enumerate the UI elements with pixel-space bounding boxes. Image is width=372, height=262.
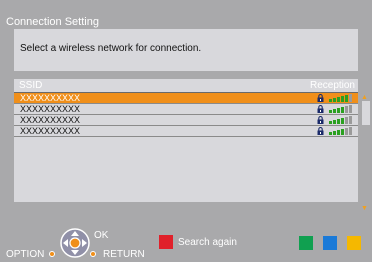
return-button-icon[interactable] <box>90 251 96 257</box>
signal-bar <box>349 94 352 102</box>
signal-bar <box>337 97 340 102</box>
blue-button[interactable] <box>323 236 337 250</box>
network-row[interactable]: XXXXXXXXXX <box>14 115 358 126</box>
green-button[interactable] <box>299 236 313 250</box>
signal-strength-icon <box>329 127 353 135</box>
network-row[interactable]: XXXXXXXXXX <box>14 104 358 115</box>
signal-bar <box>333 120 336 124</box>
network-ssid: XXXXXXXXXX <box>20 126 81 136</box>
signal-bar <box>345 95 348 102</box>
signal-bar <box>337 130 340 135</box>
signal-bar <box>341 107 344 113</box>
reception-column-header: Reception <box>309 80 355 91</box>
page-title: Connection Setting <box>6 16 99 28</box>
signal-bar <box>337 108 340 113</box>
signal-bar <box>333 109 336 113</box>
network-ssid: XXXXXXXXXX <box>20 104 81 114</box>
signal-bar <box>349 116 352 124</box>
yellow-button[interactable] <box>347 236 361 250</box>
dpad-icon[interactable] <box>59 227 91 259</box>
red-button[interactable] <box>159 235 173 249</box>
signal-strength-icon <box>329 105 353 113</box>
lock-icon <box>317 105 324 113</box>
signal-bar <box>329 132 332 135</box>
ok-label: OK <box>94 230 109 241</box>
signal-bar <box>333 98 336 102</box>
ssid-column-header: SSID <box>19 80 43 91</box>
scroll-up-arrow-icon[interactable]: ▲ <box>361 94 368 101</box>
signal-bar <box>333 131 336 135</box>
signal-bar <box>341 129 344 135</box>
network-list: SSID Reception XXXXXXXXXX XXXXXXXXXX XXX… <box>14 79 358 202</box>
signal-bar <box>341 118 344 124</box>
signal-bar <box>345 106 348 113</box>
signal-strength-icon <box>329 116 353 124</box>
signal-bar <box>349 127 352 135</box>
search-again-label: Search again <box>178 237 237 248</box>
lock-icon <box>317 94 324 102</box>
scroll-down-arrow-icon[interactable]: ▼ <box>361 205 368 212</box>
option-label: OPTION <box>6 249 45 260</box>
instruction-text: Select a wireless network for connection… <box>20 43 202 54</box>
network-row[interactable]: XXXXXXXXXX <box>14 126 358 137</box>
signal-bar <box>329 99 332 102</box>
network-ssid: XXXXXXXXXX <box>20 93 81 103</box>
connection-setting-screen: Connection Setting Select a wireless net… <box>0 0 372 262</box>
signal-bar <box>329 110 332 113</box>
network-row[interactable]: XXXXXXXXXX <box>14 93 358 104</box>
network-list-header: SSID Reception <box>14 79 358 93</box>
signal-bar <box>345 117 348 124</box>
instruction-panel: Select a wireless network for connection… <box>14 29 358 71</box>
signal-bar <box>349 105 352 113</box>
signal-strength-icon <box>329 94 353 102</box>
signal-bar <box>345 128 348 135</box>
option-button-icon[interactable] <box>49 251 55 257</box>
return-label: RETURN <box>103 249 145 260</box>
scrollbar-thumb[interactable] <box>362 101 370 125</box>
lock-icon <box>317 116 324 124</box>
lock-icon <box>317 127 324 135</box>
signal-bar <box>337 119 340 124</box>
signal-bar <box>329 121 332 124</box>
signal-bar <box>341 96 344 102</box>
network-ssid: XXXXXXXXXX <box>20 115 81 125</box>
